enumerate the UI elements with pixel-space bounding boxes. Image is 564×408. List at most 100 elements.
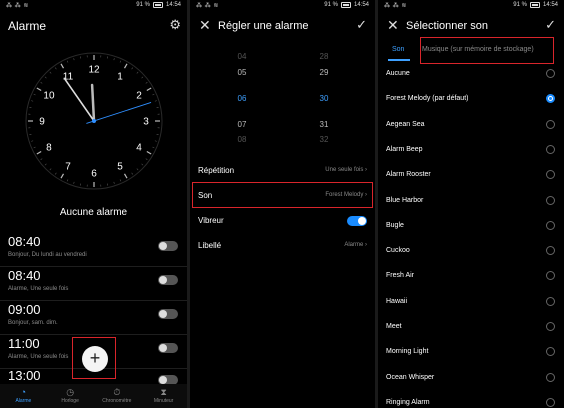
alarm-time: 13:00: [8, 368, 41, 383]
battery-icon: [529, 2, 540, 8]
sound-label: Aegean Sea: [386, 120, 425, 128]
radio-button[interactable]: [546, 397, 555, 407]
sound-label: Blue Harbor: [386, 196, 424, 204]
check-icon[interactable]: ✓: [545, 17, 556, 33]
setting-label: Vibreur: [198, 216, 224, 225]
page-title: Régler une alarme: [218, 20, 309, 32]
status-bar: ⁂ ⁂ ≋ 91 % 14:54: [0, 0, 187, 12]
clock-tick: [40, 158, 43, 161]
gear-icon[interactable]: ⚙: [169, 17, 181, 33]
setting-value: Alarme ›: [344, 242, 367, 248]
clock-tick: [49, 168, 52, 171]
clock-tick: [123, 63, 128, 69]
setting-value: Une seule fois ›: [325, 167, 367, 173]
radio-button[interactable]: [546, 322, 555, 331]
radio-button[interactable]: [546, 271, 555, 281]
sound-option[interactable]: Morning Light: [378, 340, 564, 365]
radio-button[interactable]: [546, 220, 555, 230]
select-sound-screen: ⁂ ⁂ ≋ 91 % 14:54 ✕ Sélectionner son ✓ So…: [378, 0, 564, 408]
radio-button[interactable]: [546, 119, 555, 129]
status-time: 14:54: [353, 2, 369, 8]
stopwatch-icon: ⏱: [113, 387, 121, 397]
radio-button[interactable]: [546, 372, 555, 382]
sound-option[interactable]: Blue Harbor: [378, 189, 564, 214]
radio-button[interactable]: [546, 170, 555, 180]
page-title: Sélectionner son: [406, 20, 488, 32]
picker-minute: 28: [319, 52, 329, 61]
sound-option[interactable]: Ringing Alarm: [378, 391, 564, 408]
radio-button[interactable]: [546, 296, 555, 306]
nav-chronometre[interactable]: ⏱ Chronomètre: [94, 384, 141, 408]
clock-hour-label: 2: [136, 91, 142, 102]
check-icon[interactable]: ✓: [356, 17, 367, 33]
setting-son[interactable]: Son Forest Melody ›: [190, 183, 375, 209]
close-icon[interactable]: ✕: [387, 17, 399, 34]
radio-button[interactable]: [546, 347, 555, 357]
sound-option[interactable]: Alarm Beep: [378, 138, 564, 163]
clock-tick: [54, 172, 57, 175]
sound-label: Cuckoo: [386, 247, 410, 255]
nav-label: Alarme: [15, 398, 32, 404]
radio-button[interactable]: [546, 69, 555, 78]
setting-label: Son: [198, 191, 213, 200]
radio-button[interactable]: [546, 246, 555, 256]
setting-vibreur[interactable]: Vibreur: [190, 208, 375, 234]
clock-tick: [154, 140, 157, 142]
clock-tick: [146, 150, 152, 155]
radio-button[interactable]: [546, 144, 555, 154]
signal-icons: ⁂ ⁂ ≋: [6, 3, 29, 9]
clock-second-hand: [86, 102, 152, 124]
sound-label: Fresh Air: [386, 272, 415, 280]
setting-repetition[interactable]: Répétition Une seule fois ›: [190, 158, 375, 184]
vibreur-toggle[interactable]: [347, 216, 367, 226]
radio-selected[interactable]: [546, 94, 555, 104]
sound-option[interactable]: Meet: [378, 315, 564, 340]
sound-label: Alarm Beep: [386, 145, 423, 153]
clock-minute-hand: [63, 77, 95, 122]
clock-hour-label: 3: [143, 117, 149, 128]
clock-tick: [73, 58, 75, 61]
clock-tick: [49, 71, 52, 74]
alarm-toggle[interactable]: [158, 241, 178, 251]
nav-minuteur[interactable]: ⧗ Minuteur: [140, 384, 187, 408]
sound-option[interactable]: Aegean Sea: [378, 113, 564, 138]
clock-hour-label: 8: [46, 143, 52, 154]
sound-option[interactable]: Ocean Whisper: [378, 366, 564, 391]
sound-option[interactable]: Hawaii: [378, 290, 564, 315]
page-title: Alarme: [8, 19, 47, 33]
nav-alarme[interactable]: ◔ Alarme: [0, 384, 47, 408]
alarm-row[interactable]: 08:40 Bonjour, Du lundi au vendredi: [0, 232, 187, 267]
clock-hour-label: 5: [117, 162, 123, 173]
clock-tick: [44, 76, 47, 79]
signal-icons: ⁂ ⁂ ≋: [384, 3, 407, 9]
alarm-toggle[interactable]: [158, 343, 178, 353]
clock-tick: [31, 100, 34, 102]
alarm-toggle[interactable]: [158, 275, 178, 285]
nav-horloge[interactable]: ◷ Horloge: [47, 384, 94, 408]
sound-option[interactable]: Alarm Rooster: [378, 163, 564, 188]
alarm-detail: Alarme, Une seule fois: [8, 286, 69, 292]
alarm-row[interactable]: 09:00 Bonjour, sam. dim.: [0, 300, 187, 335]
timer-icon: ⧗: [160, 387, 167, 397]
radio-button[interactable]: [546, 195, 555, 205]
tab-son[interactable]: Son: [392, 46, 404, 53]
alarm-toggle[interactable]: [158, 309, 178, 319]
alarm-clock-icon: ◔: [20, 387, 27, 397]
alarm-row[interactable]: 08:40 Alarme, Une seule fois: [0, 266, 187, 301]
clock-center: [92, 119, 96, 123]
close-icon[interactable]: ✕: [199, 17, 211, 34]
sound-option[interactable]: Bugle: [378, 214, 564, 239]
add-alarm-button[interactable]: +: [82, 346, 108, 372]
clock-tick: [66, 60, 69, 63]
sound-label: Ocean Whisper: [386, 373, 435, 381]
sound-option[interactable]: Aucune: [378, 62, 564, 87]
sound-option[interactable]: Forest Melody (par défaut): [378, 87, 564, 112]
sound-option[interactable]: Cuckoo: [378, 239, 564, 264]
sound-label: Hawaii: [386, 297, 408, 305]
setting-libelle[interactable]: Libellé Alarme ›: [190, 233, 375, 259]
sound-option[interactable]: Fresh Air: [378, 264, 564, 289]
sound-label: Bugle: [386, 221, 404, 229]
clock-hour-label: 4: [136, 143, 142, 154]
nav-label: Minuteur: [153, 398, 174, 404]
sound-label: Alarm Rooster: [386, 171, 431, 179]
